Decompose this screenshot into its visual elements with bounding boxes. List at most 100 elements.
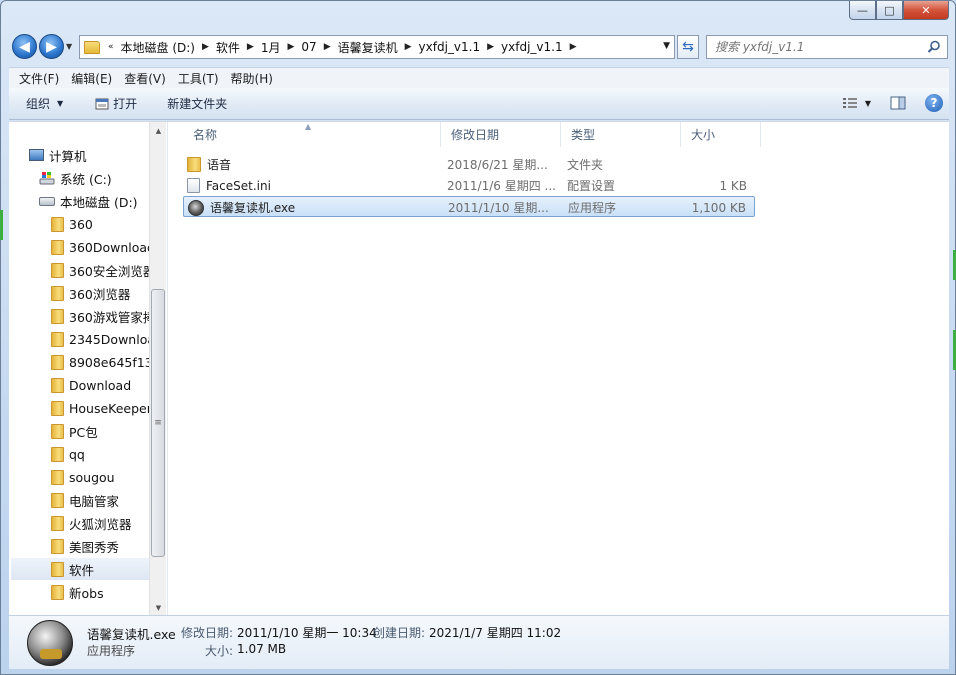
tree-item-label: 本地磁盘 (D:) xyxy=(60,194,138,210)
breadcrumb-separator-icon[interactable]: ▶ xyxy=(324,42,331,52)
breadcrumb-item[interactable]: 07 xyxy=(301,40,316,54)
exe-app-icon xyxy=(188,199,204,216)
breadcrumb-separator-icon[interactable]: ▶ xyxy=(247,42,254,52)
column-header-size[interactable]: 大小 xyxy=(681,122,761,147)
tree-item-folder[interactable]: 新obs xyxy=(51,581,104,603)
breadcrumb-separator-icon[interactable]: ▶ xyxy=(405,42,412,52)
details-file-kind: 应用程序 xyxy=(87,644,136,658)
details-modified-label: 修改日期: xyxy=(181,626,234,640)
search-box[interactable] xyxy=(706,35,948,59)
tree-item-label: 360 xyxy=(69,216,93,232)
tree-item-folder[interactable]: 电脑管家 xyxy=(51,489,119,511)
menu-bar: 文件(F) 编辑(E) 查看(V) 工具(T) 帮助(H) xyxy=(9,67,949,88)
column-header-type[interactable]: 类型 xyxy=(561,122,681,147)
breadcrumb-item[interactable]: 软件 xyxy=(216,39,240,56)
tree-item-label: 电脑管家 xyxy=(69,493,120,509)
file-name: 语馨复读机.exe xyxy=(210,201,296,215)
tree-item-folder[interactable]: 360游戏管家捧 xyxy=(51,305,155,327)
tree-item-folder[interactable]: 360Download xyxy=(51,236,155,258)
open-icon xyxy=(95,98,109,109)
pane-splitter[interactable] xyxy=(167,122,175,616)
breadcrumb-item[interactable]: 语馨复读机 xyxy=(338,39,398,56)
menu-view[interactable]: 查看(V) xyxy=(118,70,172,87)
breadcrumb-item[interactable]: 本地磁盘 (D:) xyxy=(121,39,195,56)
folder-icon xyxy=(51,423,64,439)
details-size-label: 大小: xyxy=(205,644,234,658)
tree-item-label: 2345Downloa xyxy=(69,331,156,347)
refresh-button[interactable]: ⇆ xyxy=(677,35,699,59)
system-drive-icon xyxy=(39,172,55,185)
menu-edit[interactable]: 编辑(E) xyxy=(65,70,118,87)
tree-item-folder[interactable]: HouseKeeper xyxy=(51,397,152,419)
tree-item-local-drive[interactable]: 本地磁盘 (D:) xyxy=(39,190,138,212)
tree-item-system-drive[interactable]: 系统 (C:) xyxy=(39,167,112,189)
folder-icon xyxy=(187,157,201,172)
address-history-dropdown-icon[interactable]: ▼ xyxy=(663,41,670,51)
close-button[interactable]: ✕ xyxy=(903,1,949,20)
scroll-up-icon[interactable]: ▲ xyxy=(150,122,167,139)
tree-item-folder[interactable]: 360安全浏览器 xyxy=(51,259,155,281)
file-modified: 2018/6/21 星期... xyxy=(447,158,548,172)
scroll-down-icon[interactable]: ▼ xyxy=(150,599,167,616)
tree-item-folder[interactable]: 美图秀秀 xyxy=(51,535,119,557)
open-button[interactable]: 打开 xyxy=(86,95,146,112)
column-header-modified[interactable]: 修改日期 xyxy=(441,122,561,147)
tree-item-computer[interactable]: 计算机 xyxy=(29,144,87,166)
forward-button[interactable]: ▶ xyxy=(39,34,64,59)
tree-item-folder[interactable]: qq xyxy=(51,443,85,465)
tree-item-label: 360Download xyxy=(69,239,155,255)
tree-item-folder[interactable]: sougou xyxy=(51,466,115,488)
help-icon[interactable]: ? xyxy=(925,94,943,112)
change-view-button[interactable]: ▼ xyxy=(841,94,871,112)
file-row-selected[interactable]: 语馨复读机.exe 2011/1/10 星期... 应用程序 1,100 KB xyxy=(183,196,755,217)
file-row[interactable]: 语音 2018/6/21 星期... 文件夹 xyxy=(183,154,755,175)
breadcrumb-separator-icon[interactable]: ▶ xyxy=(287,42,294,52)
folder-icon xyxy=(51,584,64,600)
menu-help[interactable]: 帮助(H) xyxy=(225,70,279,87)
organize-button[interactable]: 组织 ▼ xyxy=(17,95,72,112)
folder-icon xyxy=(51,331,64,347)
tree-item-label: Download xyxy=(69,377,132,393)
back-button[interactable]: ◀ xyxy=(12,34,37,59)
chevron-down-icon: ▼ xyxy=(57,99,64,108)
tree-item-folder[interactable]: 360浏览器 xyxy=(51,282,130,304)
details-modified-value: 2011/1/10 星期一 10:34 xyxy=(237,626,377,640)
caption-buttons: — □ ✕ xyxy=(849,1,949,20)
breadcrumb-separator-icon[interactable]: ▶ xyxy=(570,42,577,52)
file-name-cell: 语音 xyxy=(187,154,231,175)
column-header-name[interactable]: 名称 xyxy=(183,122,441,147)
file-row[interactable]: FaceSet.ini 2011/1/6 星期四 ... 配置设置 1 KB xyxy=(183,175,755,196)
breadcrumb-item[interactable]: 1月 xyxy=(261,39,281,56)
new-folder-button[interactable]: 新建文件夹 xyxy=(158,95,236,112)
minimize-button[interactable]: — xyxy=(849,1,876,20)
breadcrumb-separator-icon[interactable]: ▶ xyxy=(487,42,494,52)
tree-item-folder[interactable]: 360 xyxy=(51,213,93,235)
menu-file[interactable]: 文件(F) xyxy=(13,70,65,87)
scrollbar-thumb[interactable]: ≡ xyxy=(151,289,165,557)
breadcrumb-overflow[interactable]: « xyxy=(108,42,114,52)
tree-item-folder[interactable]: PC包 xyxy=(51,420,98,442)
tree-item-label: 360游戏管家捧 xyxy=(69,309,156,325)
new-folder-label: 新建文件夹 xyxy=(167,97,228,111)
search-icon[interactable] xyxy=(927,40,941,54)
refresh-icon: ⇆ xyxy=(682,39,694,55)
folder-icon xyxy=(51,515,64,531)
tree-item-folder[interactable]: 2345Downloa xyxy=(51,328,155,350)
address-bar[interactable]: « 本地磁盘 (D:) ▶ 软件 ▶ 1月 ▶ 07 ▶ 语馨复读机 ▶ yxf… xyxy=(79,35,675,59)
file-name: FaceSet.ini xyxy=(206,178,271,193)
folder-icon xyxy=(51,354,64,370)
recent-pages-dropdown-icon[interactable]: ▼ xyxy=(66,42,72,51)
tree-item-folder[interactable]: 火狐浏览器 xyxy=(51,512,132,534)
tree-item-folder[interactable]: Download xyxy=(51,374,131,396)
tree-item-folder[interactable]: 8908e645f138 xyxy=(51,351,161,373)
preview-pane-icon[interactable] xyxy=(889,94,907,112)
search-input[interactable] xyxy=(715,40,925,54)
navigation-pane: 计算机 系统 (C:) 本地磁盘 (D:) 360 360Download 36… xyxy=(9,122,167,616)
menu-tools[interactable]: 工具(T) xyxy=(172,70,225,87)
breadcrumb-separator-icon[interactable]: ▶ xyxy=(202,42,209,52)
navigation-pane-scrollbar[interactable]: ▲ ≡ ▼ xyxy=(149,122,166,616)
tree-item-folder-selected[interactable]: 软件 xyxy=(11,558,149,580)
breadcrumb-item[interactable]: yxfdj_v1.1 xyxy=(501,40,563,54)
breadcrumb-item[interactable]: yxfdj_v1.1 xyxy=(419,40,481,54)
maximize-button[interactable]: □ xyxy=(876,1,903,20)
